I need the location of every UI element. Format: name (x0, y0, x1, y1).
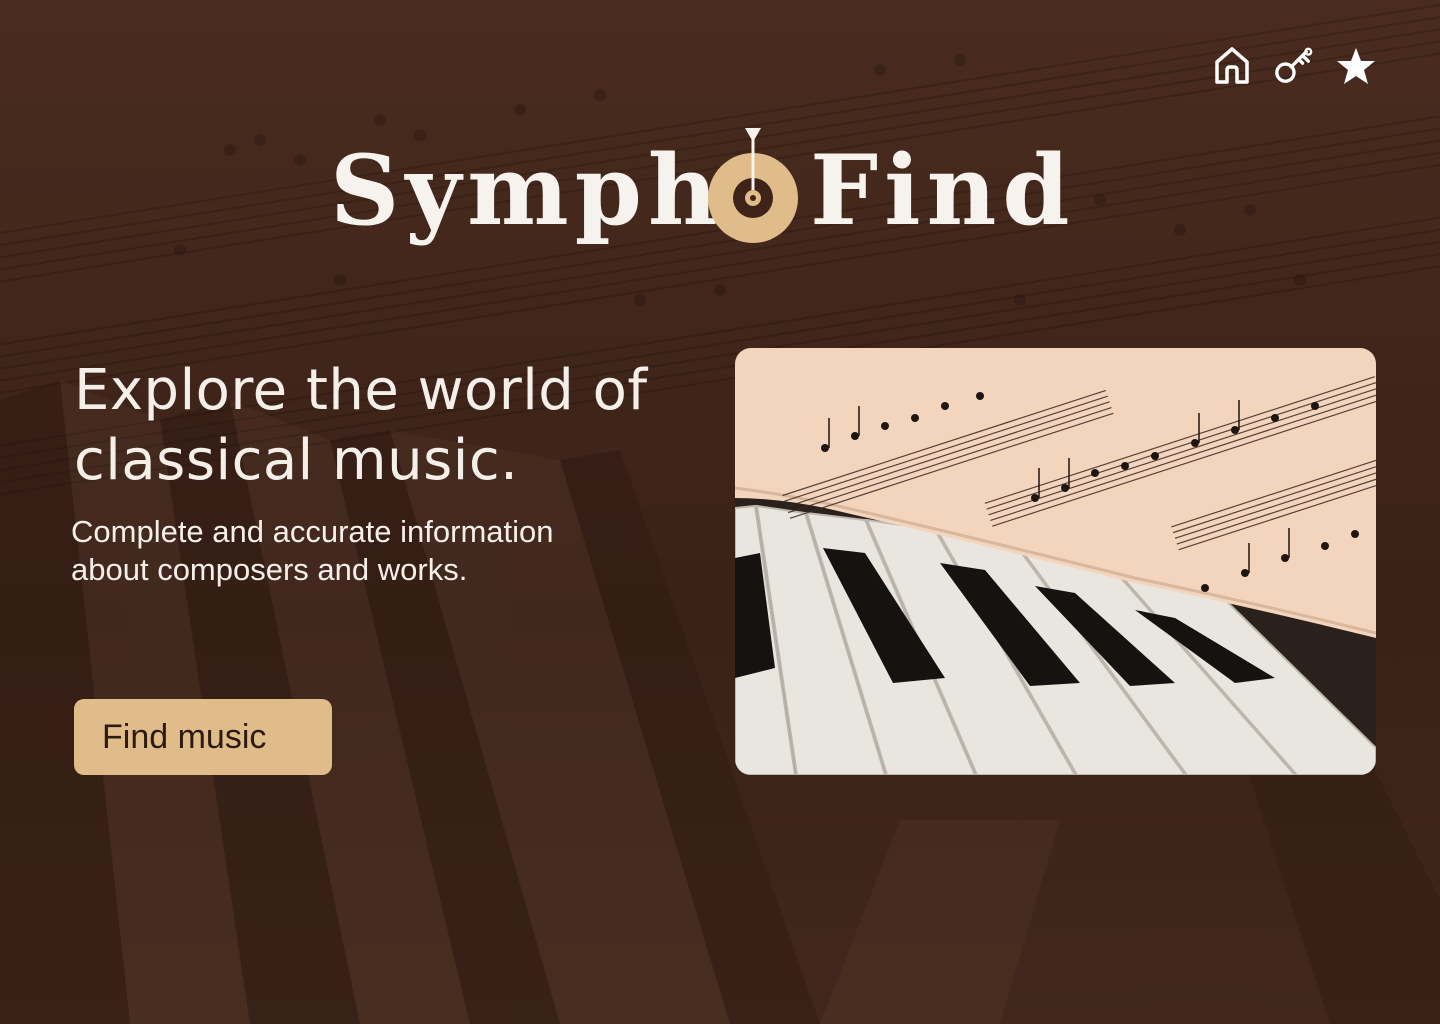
star-icon[interactable] (1336, 44, 1376, 88)
key-icon[interactable] (1274, 44, 1314, 88)
logo-text-left: Symph (330, 134, 724, 247)
hero-headline: Explore the world of classical music. (74, 358, 648, 493)
home-icon[interactable] (1212, 44, 1252, 88)
top-nav (1212, 44, 1376, 88)
record-icon (708, 128, 798, 243)
brand-logo[interactable]: Symph Find (330, 128, 1070, 263)
hero-subtext: Complete and accurate information about … (71, 514, 554, 587)
find-music-button[interactable]: Find music (74, 699, 332, 775)
hero-image (735, 348, 1376, 775)
logo-text-right: Find (810, 134, 1076, 247)
